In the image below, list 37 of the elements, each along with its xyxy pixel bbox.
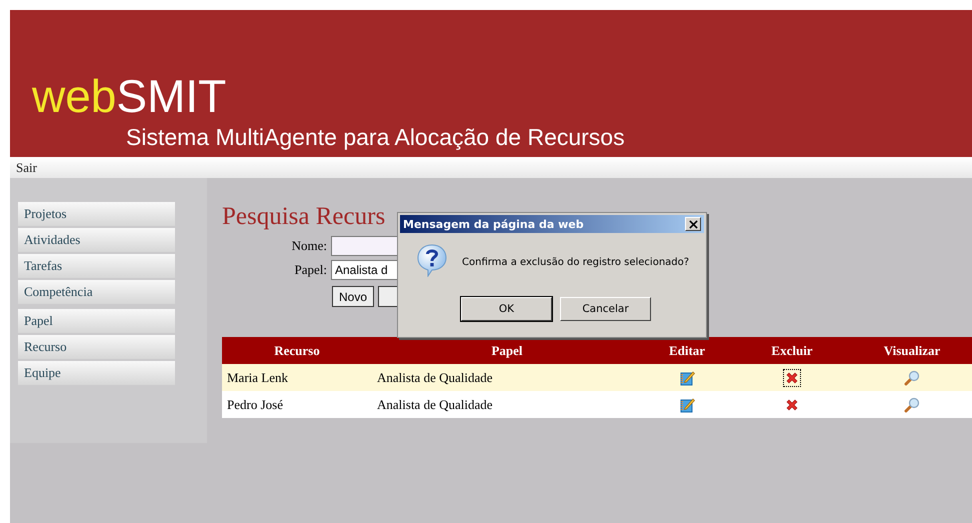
table-cell: Maria Lenk xyxy=(222,364,372,391)
column-header: Editar xyxy=(642,337,732,364)
delete-icon[interactable] xyxy=(784,397,800,413)
table-row[interactable]: Maria Lenk Analista de Qualidade xyxy=(222,364,972,391)
delete-icon[interactable] xyxy=(784,370,800,386)
subtitle: Sistema MultiAgente para Alocação de Recursos xyxy=(126,124,625,151)
search-icon[interactable] xyxy=(904,397,920,413)
close-icon[interactable] xyxy=(685,217,701,231)
dialog-message: Confirma a exclusão do registro selecionado? xyxy=(462,256,690,268)
edit-icon[interactable] xyxy=(679,370,695,386)
table-cell: Analista de Qualidade xyxy=(372,364,642,391)
sidebar-item[interactable]: Equipe xyxy=(18,361,175,385)
sidebar-item[interactable]: Atividades xyxy=(18,228,175,252)
logo: webSMIT xyxy=(32,70,226,122)
cancel-button[interactable]: Cancelar xyxy=(560,297,651,321)
form-button[interactable] xyxy=(378,286,398,307)
new-button[interactable]: Novo xyxy=(332,286,374,307)
logout-link[interactable]: Sair xyxy=(16,160,37,176)
sidebar-item[interactable]: Tarefas xyxy=(18,254,175,278)
dialog-title: Mensagem da página da web xyxy=(403,218,584,230)
field-label: Nome: xyxy=(290,238,327,254)
table-cell: Pedro José xyxy=(222,391,372,418)
sidebar-item[interactable]: Recurso xyxy=(18,335,175,359)
table-cell: Analista de Qualidade xyxy=(372,391,642,418)
search-icon[interactable] xyxy=(904,370,920,386)
field-label: Papel: xyxy=(294,262,327,278)
sidebar-item[interactable]: Competência xyxy=(18,280,175,304)
sidebar-item[interactable]: Projetos xyxy=(18,202,175,226)
edit-icon[interactable] xyxy=(679,397,695,413)
ok-button[interactable]: OK xyxy=(461,297,552,321)
column-header: Recurso xyxy=(222,337,372,364)
sidebar-item[interactable]: Papel xyxy=(18,309,175,333)
column-header: Visualizar xyxy=(852,337,972,364)
column-header: Papel xyxy=(372,337,642,364)
page-title: Pesquisa Recurs xyxy=(222,202,386,232)
column-header: Excluir xyxy=(732,337,852,364)
table-row[interactable]: Pedro José Analista de Qualidade xyxy=(222,391,972,418)
